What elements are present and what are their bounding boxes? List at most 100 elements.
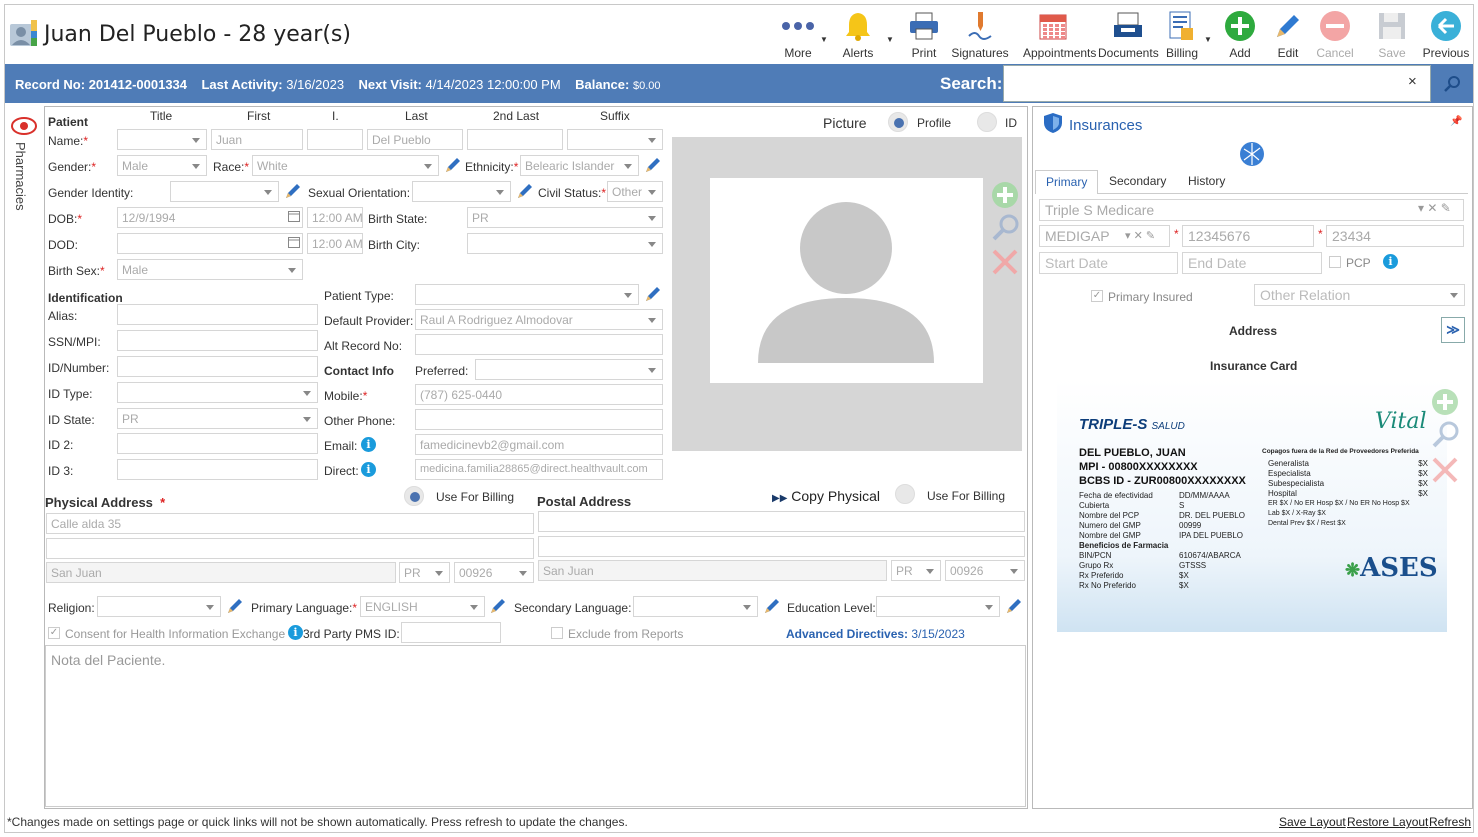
primary-insured-checkbox[interactable]: ✓ (1091, 290, 1103, 302)
third-party-input[interactable] (401, 622, 501, 643)
postal-billing-radio[interactable] (895, 484, 915, 504)
toolbar-appointments-button[interactable]: Appointments (1023, 8, 1096, 60)
last-name-input[interactable]: Del Pueblo (367, 129, 463, 150)
alt-record-input[interactable] (415, 334, 663, 355)
default-provider-select[interactable]: Raul A Rodriguez Almodovar (415, 309, 663, 330)
gender-select[interactable]: Male (117, 155, 207, 176)
dod-time-input[interactable]: 12:00 AM (307, 233, 363, 254)
toolbar-signatures-button[interactable]: Signatures (950, 8, 1010, 60)
toolbar-alerts-button[interactable]: Alerts (828, 8, 888, 60)
id-radio[interactable] (977, 112, 997, 132)
toolbar-more-button[interactable]: More (768, 8, 828, 60)
delete-card-icon[interactable] (1430, 455, 1460, 485)
id3-input[interactable] (117, 459, 318, 480)
postal-line2-input[interactable] (538, 536, 1025, 557)
first-name-input[interactable]: Juan (211, 129, 303, 150)
second-last-input[interactable] (467, 129, 563, 150)
add-card-icon[interactable] (1430, 387, 1460, 417)
primary-language-select[interactable]: ENGLISH (360, 596, 485, 617)
pin-icon[interactable]: 📌 (1450, 116, 1462, 127)
direct-info-icon[interactable]: i (361, 462, 376, 477)
direct-input[interactable]: medicina.familia28865@direct.healthvault… (415, 459, 663, 480)
initial-input[interactable] (307, 129, 363, 150)
zoom-card-icon[interactable] (1430, 420, 1460, 450)
preferred-select[interactable] (475, 359, 663, 380)
ssn-input[interactable] (117, 330, 318, 351)
postal-zip-select[interactable]: 00926 (945, 560, 1025, 581)
tab-secondary[interactable]: Secondary (1099, 170, 1176, 194)
advanced-directives-link[interactable]: Advanced Directives: 3/15/2023 (786, 627, 965, 641)
add-picture-icon[interactable] (990, 180, 1020, 210)
sexual-orientation-select[interactable] (412, 181, 511, 202)
alerts-dropdown-caret[interactable]: ▼ (886, 35, 894, 44)
start-date-input[interactable]: Start Date (1039, 252, 1178, 274)
save-layout-link[interactable]: Save Layout (1279, 815, 1346, 829)
dob-input[interactable]: 12/9/1994 (117, 207, 303, 228)
id-state-select[interactable]: PR (117, 408, 318, 429)
calendar-icon[interactable] (288, 210, 300, 222)
email-info-icon[interactable]: i (361, 437, 376, 452)
title-select[interactable] (117, 129, 207, 150)
physical-line2-input[interactable] (46, 538, 534, 559)
race-select[interactable]: White (252, 155, 439, 176)
more-dropdown-caret[interactable]: ▼ (820, 35, 828, 44)
religion-select[interactable] (97, 596, 221, 617)
edit-patient-type-pencil-icon[interactable] (643, 284, 663, 304)
alias-input[interactable] (117, 304, 318, 325)
postal-city-input[interactable]: San Juan (538, 560, 887, 581)
end-date-input[interactable]: End Date (1182, 252, 1322, 274)
birth-city-select[interactable] (467, 233, 663, 254)
dod-input[interactable] (117, 233, 303, 254)
birth-state-select[interactable]: PR (467, 207, 663, 228)
edit-race-pencil-icon[interactable] (443, 155, 463, 175)
toolbar-print-button[interactable]: Print (894, 8, 954, 60)
toolbar-cancel-button[interactable]: Cancel (1305, 8, 1365, 60)
other-relation-select[interactable]: Other Relation (1254, 284, 1465, 306)
id-type-select[interactable] (117, 382, 318, 403)
physical-state-select[interactable]: PR (399, 562, 450, 583)
patient-type-select[interactable] (415, 284, 639, 305)
copy-physical-button[interactable]: ▶▶ Copy Physical (772, 488, 880, 504)
edit-religion-pencil-icon[interactable] (225, 596, 245, 616)
eye-icon[interactable] (11, 116, 37, 136)
edit-ethnicity-pencil-icon[interactable] (643, 155, 663, 175)
physical-city-input[interactable]: San Juan (46, 562, 396, 583)
id-number-input[interactable] (117, 356, 318, 377)
group-input[interactable]: 23434 (1326, 225, 1464, 247)
other-phone-input[interactable] (415, 409, 663, 430)
consent-checkbox[interactable]: ✓ (48, 627, 60, 639)
expand-address-button[interactable]: ≫ (1441, 317, 1465, 343)
pcp-info-icon[interactable]: i (1383, 254, 1398, 269)
delete-picture-icon[interactable] (990, 247, 1020, 277)
insurance-card-image[interactable]: TRIPLE-S SALUD Vital DEL PUEBLO, JUAN MP… (1057, 379, 1447, 632)
mobile-input[interactable]: (787) 625-0440 (415, 384, 663, 405)
tab-primary[interactable]: Primary (1035, 170, 1099, 194)
edit-secondary-language-pencil-icon[interactable] (762, 596, 782, 616)
refresh-link[interactable]: Refresh (1429, 815, 1471, 829)
postal-state-select[interactable]: PR (891, 560, 941, 581)
clear-search-button[interactable]: × (1408, 73, 1417, 90)
edit-education-pencil-icon[interactable] (1004, 596, 1024, 616)
profile-radio[interactable] (888, 112, 908, 132)
search-button[interactable] (1433, 65, 1471, 102)
physical-line1-input[interactable]: Calle alda 35 (46, 513, 534, 534)
secondary-language-select[interactable] (633, 596, 758, 617)
toolbar-billing-button[interactable]: Billing (1152, 8, 1212, 60)
toolbar-previous-button[interactable]: Previous (1416, 8, 1476, 60)
profile-picture[interactable] (710, 178, 983, 383)
exclude-checkbox[interactable] (551, 627, 563, 639)
dob-time-input[interactable]: 12:00 AM (307, 207, 363, 228)
toolbar-save-button[interactable]: Save (1362, 8, 1422, 60)
physical-billing-radio[interactable] (404, 486, 424, 506)
birth-sex-select[interactable]: Male (117, 259, 303, 280)
insurance-plan-select[interactable]: Triple S Medicare (1039, 199, 1464, 221)
postal-line1-input[interactable] (538, 511, 1025, 532)
type-dropdown-icon[interactable]: ▾ ✕ ✎ (1125, 229, 1155, 242)
gender-identity-select[interactable] (170, 181, 279, 202)
tab-history[interactable]: History (1178, 170, 1235, 194)
globe-icon[interactable] (1239, 141, 1265, 167)
zoom-picture-icon[interactable] (990, 213, 1020, 243)
consent-info-icon[interactable]: i (288, 625, 303, 640)
search-input[interactable] (1003, 65, 1431, 102)
email-input[interactable]: famedicinevb2@gmail.com (415, 434, 663, 455)
